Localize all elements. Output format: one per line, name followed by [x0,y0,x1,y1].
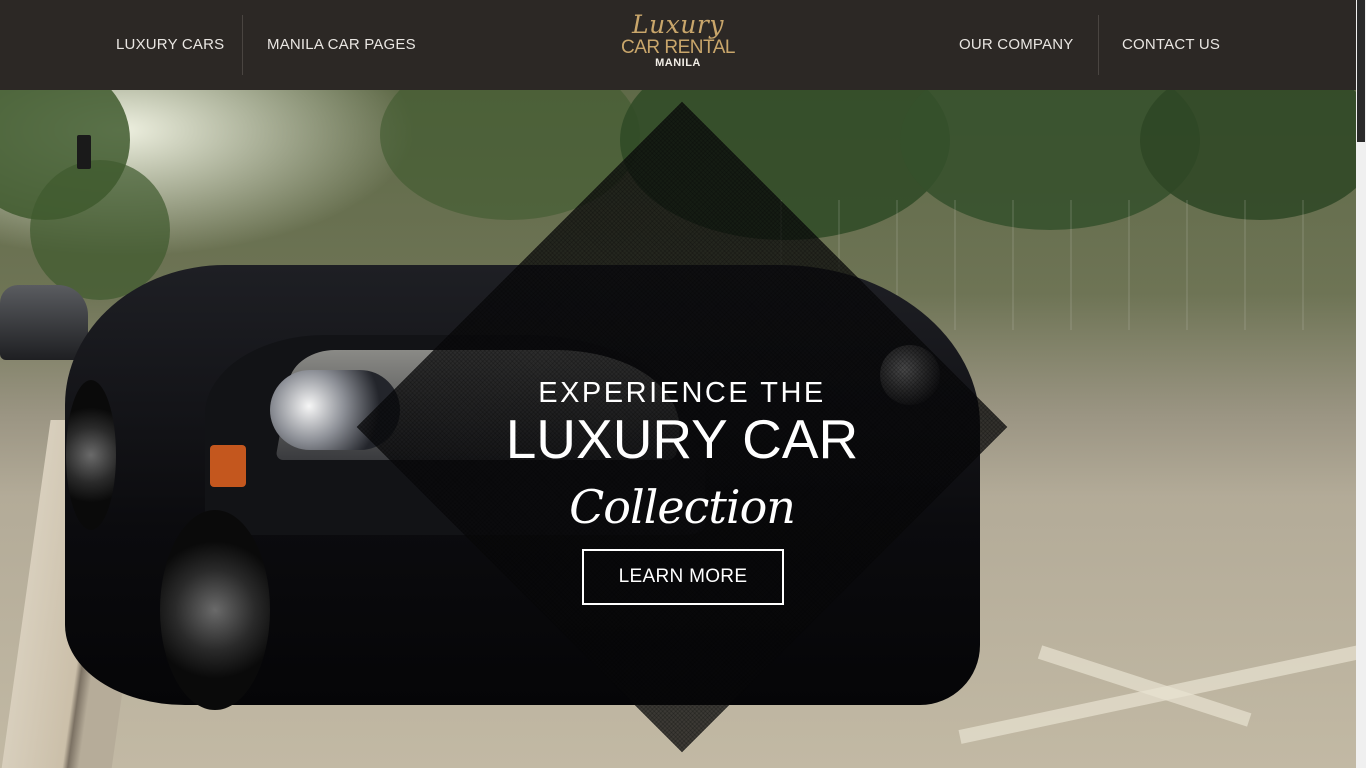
nav-link-manila-car-pages[interactable]: MANILA CAR PAGES [267,36,416,53]
logo-script-text: Luxury [632,10,724,39]
car-wheel [160,510,270,710]
page: LUXURY CARS MANILA CAR PAGES Luxury CAR … [0,0,1366,768]
logo-main-text: CAR RENTAL [621,37,735,58]
nav-link-contact-us[interactable]: CONTACT US [1122,36,1220,53]
nav-link-luxury-cars[interactable]: LUXURY CARS [116,36,224,53]
hero-line-luxury-car: LUXURY CAR [505,408,859,470]
site-logo[interactable]: Luxury CAR RENTAL MANILA [600,10,756,80]
nav-link-our-company[interactable]: OUR COMPANY [959,36,1073,53]
background-tree [30,160,170,300]
background-car [0,285,88,360]
hero-line-experience: EXPERIENCE THE [538,377,826,409]
nav-divider [1098,15,1099,75]
road-marking [958,642,1356,744]
car-wheel [66,380,116,530]
car-indicator-light [210,445,246,487]
nav-divider [242,15,243,75]
logo-sub-text: MANILA [655,57,701,69]
traffic-light [77,135,91,169]
site-header: LUXURY CARS MANILA CAR PAGES Luxury CAR … [0,0,1356,90]
hero-headline: EXPERIENCE THE LUXURY CAR Collection [452,375,912,537]
scrollbar-thumb[interactable] [1357,0,1365,142]
scrollbar[interactable] [1356,0,1366,768]
hero-line-collection: Collection [569,480,796,534]
learn-more-button[interactable]: LEARN MORE [582,549,784,605]
